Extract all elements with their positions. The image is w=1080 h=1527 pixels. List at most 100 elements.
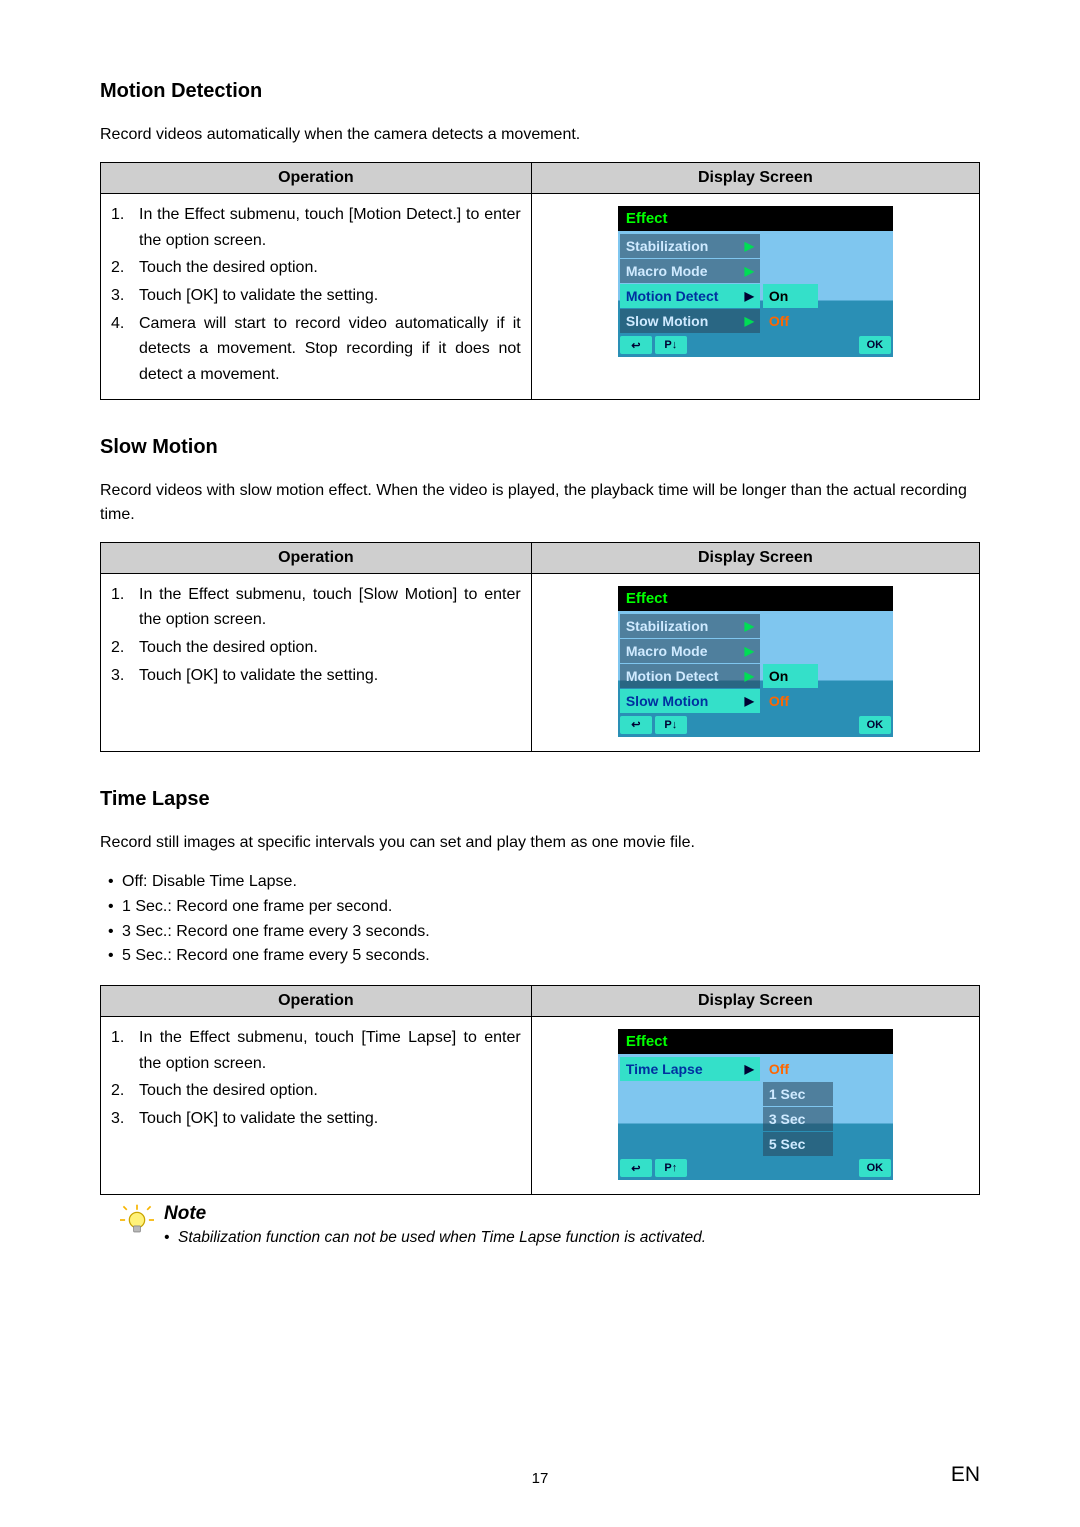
menu-label[interactable]: Macro Mode▶ (620, 639, 760, 663)
bullet-item: Off: Disable Time Lapse. (122, 870, 980, 895)
step-item: 1.In the Effect submenu, touch [Slow Mot… (111, 582, 521, 633)
display-cell: EffectStabilization▶Macro Mode▶Motion De… (531, 194, 979, 400)
step-item: 1.In the Effect submenu, touch [Time Lap… (111, 1025, 521, 1076)
screen-footer: ↩P↓ OK (618, 714, 893, 737)
menu-label[interactable]: Time Lapse▶ (620, 1057, 760, 1081)
back-button[interactable]: ↩ (620, 1159, 652, 1177)
screen-body: Time Lapse▶Off1 Sec3 Sec5 Sec ↩P↑ OK (618, 1054, 893, 1180)
menu-row[interactable]: 1 Sec (620, 1082, 891, 1106)
chevron-right-icon: ▶ (745, 694, 754, 708)
menu-row[interactable]: 5 Sec (620, 1132, 891, 1156)
display-screen: EffectStabilization▶Macro Mode▶Motion De… (618, 206, 893, 357)
menu-row[interactable]: Macro Mode▶ (620, 639, 891, 663)
menu-value[interactable]: Off (763, 309, 818, 333)
menu-row[interactable]: Motion Detect▶On (620, 284, 891, 308)
col-operation: Operation (101, 163, 532, 194)
ok-button[interactable]: OK (859, 1159, 891, 1177)
menu-label[interactable]: Motion Detect▶ (620, 284, 760, 308)
menu-row[interactable]: Motion Detect▶On (620, 664, 891, 688)
scroll-button[interactable]: P↓ (655, 336, 687, 354)
screen-body: Stabilization▶Macro Mode▶Motion Detect▶O… (618, 611, 893, 737)
note-block: Note Stabilization function can not be u… (120, 1203, 980, 1247)
sections-container: Motion Detection Record videos automatica… (100, 80, 980, 1195)
step-item: 1.In the Effect submenu, touch [Motion D… (111, 202, 521, 253)
page-footer: 17 EN (100, 1470, 980, 1487)
menu-row[interactable]: 3 Sec (620, 1107, 891, 1131)
operation-table: OperationDisplay Screen 1.In the Effect s… (100, 162, 980, 400)
menu-value[interactable]: Off (763, 689, 818, 713)
display-screen: EffectStabilization▶Macro Mode▶Motion De… (618, 586, 893, 737)
bullet-list: Off: Disable Time Lapse.1 Sec.: Record o… (100, 870, 980, 969)
note-title: Note (164, 1203, 706, 1225)
chevron-right-icon: ▶ (745, 314, 754, 328)
menu-row[interactable]: Stabilization▶ (620, 614, 891, 638)
menu-value[interactable]: 3 Sec (763, 1107, 833, 1131)
scroll-button[interactable]: P↓ (655, 716, 687, 734)
col-display: Display Screen (531, 542, 979, 573)
menu-label[interactable]: Slow Motion▶ (620, 689, 760, 713)
operation-cell: 1.In the Effect submenu, touch [Motion D… (101, 194, 532, 400)
bullet-item: 5 Sec.: Record one frame every 5 seconds… (122, 944, 980, 969)
chevron-right-icon: ▶ (745, 289, 754, 303)
chevron-right-icon: ▶ (745, 264, 754, 278)
back-button[interactable]: ↩ (620, 336, 652, 354)
chevron-right-icon: ▶ (745, 619, 754, 633)
menu-value[interactable]: 1 Sec (763, 1082, 833, 1106)
screen-footer: ↩P↓ OK (618, 334, 893, 357)
screen-header: Effect (618, 206, 893, 231)
lightbulb-icon (120, 1203, 154, 1237)
section-intro: Record videos automatically when the cam… (100, 123, 980, 146)
note-content: Note Stabilization function can not be u… (164, 1203, 706, 1247)
operation-cell: 1.In the Effect submenu, touch [Time Lap… (101, 1017, 532, 1195)
screen-footer: ↩P↑ OK (618, 1157, 893, 1180)
back-button[interactable]: ↩ (620, 716, 652, 734)
steps-list: 1.In the Effect submenu, touch [Time Lap… (111, 1025, 521, 1131)
menu-label[interactable]: Slow Motion▶ (620, 309, 760, 333)
section-slow: Slow MotionRecord videos with slow motio… (100, 436, 980, 751)
bullet-item: 1 Sec.: Record one frame per second. (122, 895, 980, 920)
steps-list: 1.In the Effect submenu, touch [Motion D… (111, 202, 521, 387)
display-cell: EffectStabilization▶Macro Mode▶Motion De… (531, 573, 979, 751)
screen-header: Effect (618, 586, 893, 611)
page-language: EN (951, 1463, 980, 1487)
menu-row[interactable]: Time Lapse▶Off (620, 1057, 891, 1081)
col-operation: Operation (101, 542, 532, 573)
page-number: 17 (100, 1470, 980, 1487)
menu-value[interactable]: On (763, 284, 818, 308)
menu-value[interactable]: Off (763, 1057, 818, 1081)
scroll-button[interactable]: P↑ (655, 1159, 687, 1177)
operation-table: OperationDisplay Screen 1.In the Effect s… (100, 985, 980, 1195)
menu-label[interactable]: Stabilization▶ (620, 234, 760, 258)
menu-value[interactable]: On (763, 664, 818, 688)
menu-label[interactable]: Macro Mode▶ (620, 259, 760, 283)
menu-row[interactable]: Macro Mode▶ (620, 259, 891, 283)
menu-row[interactable]: Slow Motion▶Off (620, 689, 891, 713)
chevron-right-icon: ▶ (745, 1062, 754, 1076)
menu-row[interactable]: Slow Motion▶Off (620, 309, 891, 333)
chevron-right-icon: ▶ (745, 669, 754, 683)
display-cell: EffectTime Lapse▶Off1 Sec3 Sec5 Sec↩P↑OK (531, 1017, 979, 1195)
menu-value[interactable]: 5 Sec (763, 1132, 833, 1156)
chevron-right-icon: ▶ (745, 239, 754, 253)
steps-list: 1.In the Effect submenu, touch [Slow Mot… (111, 582, 521, 688)
col-display: Display Screen (531, 986, 979, 1017)
operation-cell: 1.In the Effect submenu, touch [Slow Mot… (101, 573, 532, 751)
manual-page: Motion Detection Record videos automatica… (0, 0, 1080, 1527)
step-item: 3.Touch [OK] to validate the setting. (111, 663, 521, 689)
section-title: Motion Detection (100, 80, 980, 103)
col-operation: Operation (101, 986, 532, 1017)
step-item: 2.Touch the desired option. (111, 255, 521, 281)
menu-label[interactable]: Stabilization▶ (620, 614, 760, 638)
menu-label[interactable]: Motion Detect▶ (620, 664, 760, 688)
ok-button[interactable]: OK (859, 336, 891, 354)
col-display: Display Screen (531, 163, 979, 194)
ok-button[interactable]: OK (859, 716, 891, 734)
chevron-right-icon: ▶ (745, 644, 754, 658)
bullet-item: 3 Sec.: Record one frame every 3 seconds… (122, 920, 980, 945)
menu-row[interactable]: Stabilization▶ (620, 234, 891, 258)
section-motion: Motion Detection Record videos automatica… (100, 80, 980, 400)
note-text: Stabilization function can not be used w… (164, 1229, 706, 1247)
screen-body: Stabilization▶Macro Mode▶Motion Detect▶O… (618, 231, 893, 357)
step-item: 2.Touch the desired option. (111, 1078, 521, 1104)
operation-table: OperationDisplay Screen 1.In the Effect s… (100, 542, 980, 752)
